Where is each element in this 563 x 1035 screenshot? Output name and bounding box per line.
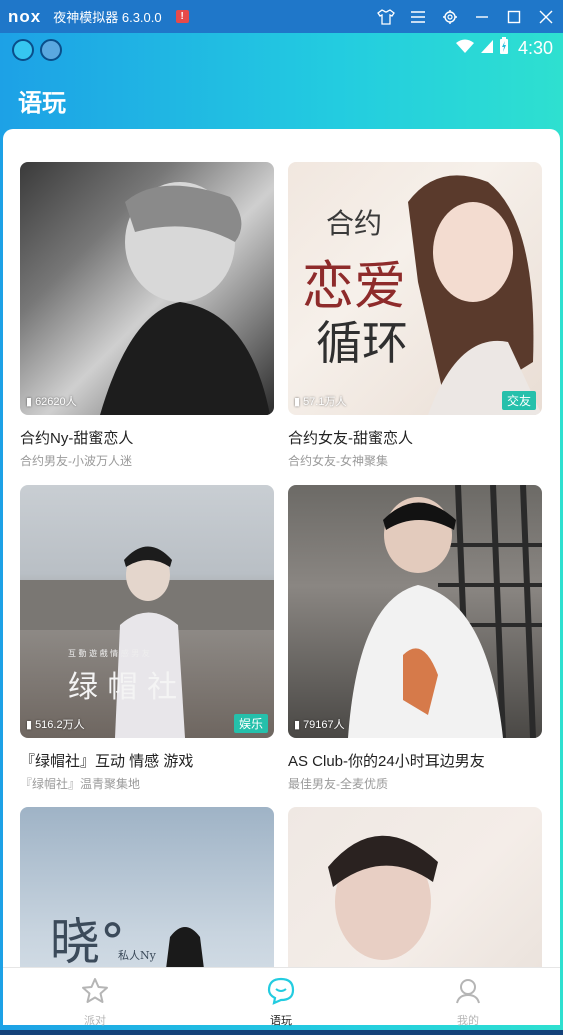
clock: 4:30 [517, 38, 553, 58]
signal-bars-icon: ▮ [294, 718, 301, 731]
chat-bubble-icon [267, 977, 295, 1005]
shirt-icon[interactable] [377, 8, 395, 26]
room-tag: 娱乐 [233, 714, 268, 733]
bottom-nav: 派对 语玩 我的 [3, 967, 560, 1028]
emulator-title: 夜神模拟器 6.3.0.0 [53, 10, 162, 25]
status-bar: 4:30 [0, 33, 563, 67]
minimize-icon[interactable] [473, 8, 491, 26]
room-card[interactable]: 互 動 遊 戲 情 感 男 友 绿 帽 社 ▮ 516.2万人 娱乐 『绿帽社』互… [20, 485, 274, 792]
nox-app-icon [40, 39, 62, 61]
emulator-bottom-border [0, 1030, 563, 1035]
nav-label: 语玩 [270, 1015, 292, 1027]
nav-item-party[interactable]: 派对 [65, 976, 125, 1028]
cover-text: 绿 帽 社 [68, 670, 178, 705]
page-title: 语玩 [18, 90, 66, 117]
listener-count: ▮ 516.2万人 [26, 718, 85, 732]
wifi-icon [455, 38, 475, 59]
cover-text: 私人Ny [118, 949, 156, 962]
room-card[interactable]: 晓° 私人Ny [20, 807, 274, 969]
nav-item-yuwan[interactable]: 语玩 [251, 976, 311, 1028]
cover-text: 互 動 遊 戲 情 感 男 友 [68, 649, 150, 658]
room-subtitle: 『绿帽社』温青聚集地 [20, 777, 141, 791]
battery-icon [499, 37, 509, 60]
room-thumbnail: 合约 恋爱 循环 ▮ 57.1万人 交友 [288, 162, 542, 415]
user-icon [456, 979, 480, 1004]
phone-screen: 4:30 语玩 ▮ 62620人 合约Ny-甜蜜恋人 合约男友-小波万人迷 合约… [0, 33, 563, 1030]
cover-text: 循环 [316, 316, 408, 370]
star-icon [82, 978, 108, 1003]
room-thumbnail: ▮ 79167人 [288, 485, 542, 738]
listener-count: ▮ 57.1万人 [294, 395, 347, 409]
close-icon[interactable] [537, 8, 555, 26]
room-thumbnail [288, 807, 542, 969]
room-subtitle: 合约女友-女神聚集 [288, 454, 388, 468]
room-thumbnail: ▮ 62620人 [20, 162, 274, 415]
settings-icon[interactable] [441, 8, 459, 26]
signal-bars-icon: ▮ [26, 718, 33, 731]
room-title: AS Club-你的24小时耳边男友 [288, 753, 485, 770]
room-card[interactable]: ▮ 79167人 AS Club-你的24小时耳边男友 最佳男友-全麦优质 [288, 485, 542, 792]
nav-label: 派对 [84, 1015, 106, 1027]
room-thumbnail: 互 動 遊 戲 情 感 男 友 绿 帽 社 ▮ 516.2万人 娱乐 [20, 485, 274, 738]
room-subtitle: 最佳男友-全麦优质 [288, 777, 388, 791]
headset-app-icon [12, 39, 34, 61]
signal-bars-icon: ▮ [26, 395, 33, 408]
room-card[interactable] [288, 807, 542, 969]
listener-count: ▮ 62620人 [26, 395, 77, 409]
signal-icon [480, 38, 494, 59]
room-title: 『绿帽社』互动 情感 游戏 [20, 753, 194, 770]
room-card[interactable]: ▮ 62620人 合约Ny-甜蜜恋人 合约男友-小波万人迷 [20, 162, 274, 469]
signal-bars-icon: ▮ [294, 395, 301, 408]
emulator-title-bar: nox 夜神模拟器 6.3.0.0 ! [0, 0, 563, 33]
room-list: ▮ 62620人 合约Ny-甜蜜恋人 合约男友-小波万人迷 合约 恋爱 循环 ▮ 5… [3, 129, 560, 969]
room-title: 合约Ny-甜蜜恋人 [20, 430, 134, 447]
maximize-icon[interactable] [505, 8, 523, 26]
room-thumbnail: 晓° 私人Ny [20, 807, 274, 969]
menu-icon[interactable] [409, 8, 427, 26]
room-tag: 交友 [501, 391, 536, 410]
room-card[interactable]: 合约 恋爱 循环 ▮ 57.1万人 交友 合约女友-甜蜜恋人 合约女友-女神聚集 [288, 162, 542, 469]
cover-text: 晓° [50, 913, 125, 969]
nav-item-mine[interactable]: 我的 [438, 976, 498, 1028]
nav-label: 我的 [457, 1015, 479, 1027]
room-title: 合约女友-甜蜜恋人 [288, 430, 413, 447]
listener-count: ▮ 79167人 [294, 718, 345, 732]
alert-icon[interactable]: ! [175, 10, 189, 23]
cover-text: 合约 [326, 207, 383, 240]
room-subtitle: 合约男友-小波万人迷 [20, 454, 132, 468]
nox-logo: nox [8, 6, 42, 26]
